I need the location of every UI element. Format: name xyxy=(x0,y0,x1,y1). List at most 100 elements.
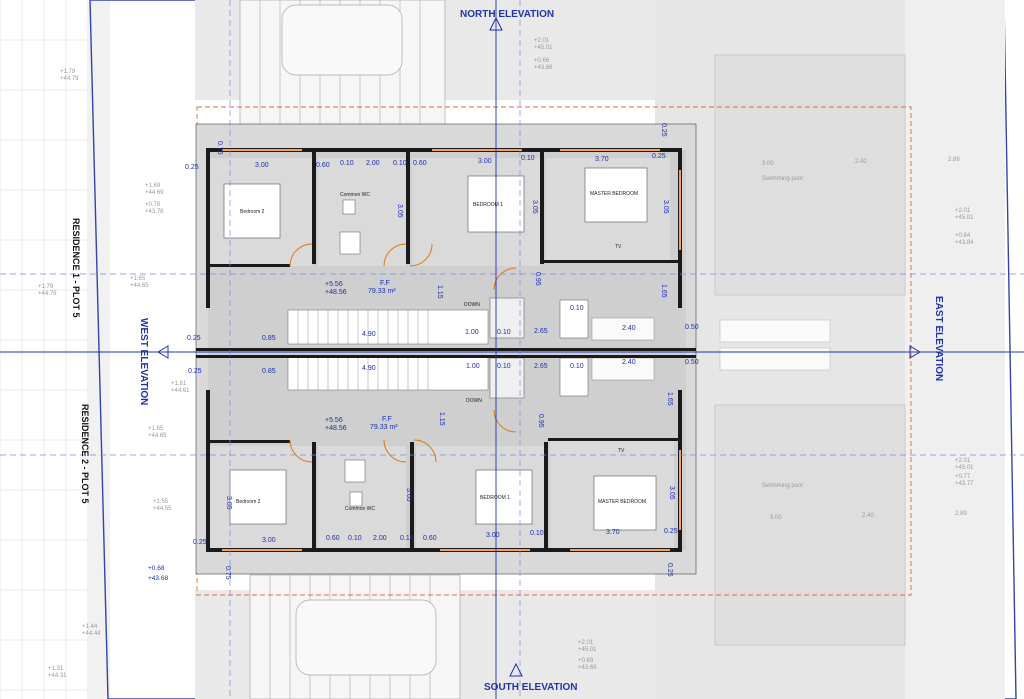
svg-text:3.05: 3.05 xyxy=(396,204,403,218)
svg-text:+44.55: +44.55 xyxy=(153,506,172,512)
svg-text:2.00: 2.00 xyxy=(373,535,387,542)
svg-text:+0.69: +0.69 xyxy=(578,658,594,664)
svg-text:0.60: 0.60 xyxy=(316,162,330,169)
svg-text:3.70: 3.70 xyxy=(595,156,609,163)
svg-text:0.10: 0.10 xyxy=(400,535,414,542)
floor-label-upper: F.F xyxy=(380,280,390,287)
svg-text:0.25: 0.25 xyxy=(652,153,666,160)
car-top xyxy=(281,4,403,76)
svg-text:+2.01: +2.01 xyxy=(955,458,971,464)
svg-text:0.60: 0.60 xyxy=(326,535,340,542)
east-elevation-label: EAST ELEVATION xyxy=(933,296,944,381)
svg-text:+44.79: +44.79 xyxy=(60,76,79,82)
svg-text:3.00: 3.00 xyxy=(262,537,276,544)
svg-text:+1.31: +1.31 xyxy=(48,666,64,672)
svg-text:0.95: 0.95 xyxy=(537,414,544,428)
svg-text:0.10: 0.10 xyxy=(393,160,407,167)
svg-text:+43.78: +43.78 xyxy=(145,209,164,215)
svg-text:+1.44: +1.44 xyxy=(82,624,98,630)
svg-text:+44.65: +44.65 xyxy=(148,433,167,439)
svg-text:0.10: 0.10 xyxy=(497,363,511,370)
floor-plan-drawing: NORTH ELEVATION SOUTH ELEVATION WEST ELE… xyxy=(0,0,1024,699)
svg-text:1.15: 1.15 xyxy=(436,285,443,299)
svg-text:0.25: 0.25 xyxy=(187,335,201,342)
room-label-tv-upper: TV xyxy=(615,244,622,250)
svg-text:0.10: 0.10 xyxy=(570,305,584,312)
svg-text:0.85: 0.85 xyxy=(262,368,276,375)
room-label-bedroom1-lower: BEDROOM 1 xyxy=(480,495,510,501)
svg-text:+45.01: +45.01 xyxy=(578,647,597,653)
svg-text:2.89: 2.89 xyxy=(955,511,967,517)
svg-text:+45.01: +45.01 xyxy=(534,45,553,51)
svg-text:3.05: 3.05 xyxy=(662,200,669,214)
east-edge-shading xyxy=(905,0,1005,699)
room-label-bedroom2-upper: Bedroom 2 xyxy=(240,209,265,215)
svg-text:+0.78: +0.78 xyxy=(145,202,161,208)
floor-level-b-upper: +48.56 xyxy=(325,289,347,296)
svg-text:4.90: 4.90 xyxy=(362,331,376,338)
bed-bedroom2-lower xyxy=(229,469,287,525)
svg-text:+1.69: +1.69 xyxy=(145,183,161,189)
room-label-bedroom1-upper: BEDROOM 1 xyxy=(473,202,503,208)
north-elevation-label: NORTH ELEVATION xyxy=(460,9,554,20)
svg-text:0.50: 0.50 xyxy=(685,359,699,366)
floor-area-upper: 79.33 m² xyxy=(368,288,396,295)
svg-text:2.00: 2.00 xyxy=(366,160,380,167)
svg-text:2.65: 2.65 xyxy=(534,328,548,335)
room-label-down-upper: DOWN xyxy=(464,302,480,308)
svg-text:3.00: 3.00 xyxy=(255,162,269,169)
svg-text:+45.01: +45.01 xyxy=(955,215,974,221)
svg-text:0.75: 0.75 xyxy=(224,566,231,580)
svg-text:3.05: 3.05 xyxy=(225,496,232,510)
svg-text:3.00: 3.00 xyxy=(770,515,782,521)
svg-text:2.40: 2.40 xyxy=(622,359,636,366)
svg-text:2.40: 2.40 xyxy=(622,325,636,332)
svg-text:0.10: 0.10 xyxy=(570,363,584,370)
svg-text:+2.01: +2.01 xyxy=(534,38,550,44)
svg-text:+44.31: +44.31 xyxy=(48,673,67,679)
svg-text:0.25: 0.25 xyxy=(185,164,199,171)
shower-lower xyxy=(344,459,366,483)
svg-text:+43.77: +43.77 xyxy=(955,481,974,487)
svg-text:+44.69: +44.69 xyxy=(145,190,164,196)
svg-text:3.00: 3.00 xyxy=(762,161,774,167)
svg-text:1.00: 1.00 xyxy=(466,363,480,370)
svg-text:2.65: 2.65 xyxy=(534,363,548,370)
west-elevation-label: WEST ELEVATION xyxy=(138,318,149,405)
svg-text:3.05: 3.05 xyxy=(405,488,412,502)
svg-text:0.10: 0.10 xyxy=(521,155,535,162)
svg-text:+44.44: +44.44 xyxy=(82,631,101,637)
svg-text:1.65: 1.65 xyxy=(666,392,673,406)
room-label-wc-upper: Common WC xyxy=(340,192,370,198)
svg-text:+1.61: +1.61 xyxy=(171,381,187,387)
room-label-wc-lower: Common WC xyxy=(345,506,375,512)
svg-text:1.00: 1.00 xyxy=(465,329,479,336)
floor-level-b-lower: +48.56 xyxy=(325,425,347,432)
svg-text:0.25: 0.25 xyxy=(666,563,673,577)
svg-text:+1.79: +1.79 xyxy=(38,284,54,290)
svg-text:Swimming pool: Swimming pool xyxy=(762,176,803,182)
floor-level-a-upper: +5.56 xyxy=(325,281,343,288)
room-label-tv-lower: TV xyxy=(618,448,625,454)
floor-level-a-lower: +5.56 xyxy=(325,417,343,424)
svg-text:+44.79: +44.79 xyxy=(38,291,57,297)
shower-upper xyxy=(339,231,361,255)
svg-text:0.50: 0.50 xyxy=(685,324,699,331)
floor-area-lower: 79.33 m² xyxy=(370,424,398,431)
svg-text:+2.01: +2.01 xyxy=(578,640,594,646)
svg-text:+1.65: +1.65 xyxy=(148,426,164,432)
svg-text:0.95: 0.95 xyxy=(534,272,541,286)
room-label-down-lower: DOWN xyxy=(466,398,482,404)
svg-text:0.10: 0.10 xyxy=(340,160,354,167)
svg-text:0.25: 0.25 xyxy=(664,528,678,535)
svg-text:3.00: 3.00 xyxy=(478,158,492,165)
svg-text:4.90: 4.90 xyxy=(362,365,376,372)
svg-text:+43.84: +43.84 xyxy=(955,240,974,246)
residence2-label: RESIDENCE 2 - PLOT 5 xyxy=(80,404,90,504)
svg-text:1.65: 1.65 xyxy=(660,284,667,298)
svg-text:+43.66: +43.66 xyxy=(534,65,553,71)
room-wc-upper xyxy=(318,158,406,266)
svg-text:+1.79: +1.79 xyxy=(60,69,76,75)
svg-text:0.10: 0.10 xyxy=(497,329,511,336)
svg-text:0.60: 0.60 xyxy=(413,160,427,167)
